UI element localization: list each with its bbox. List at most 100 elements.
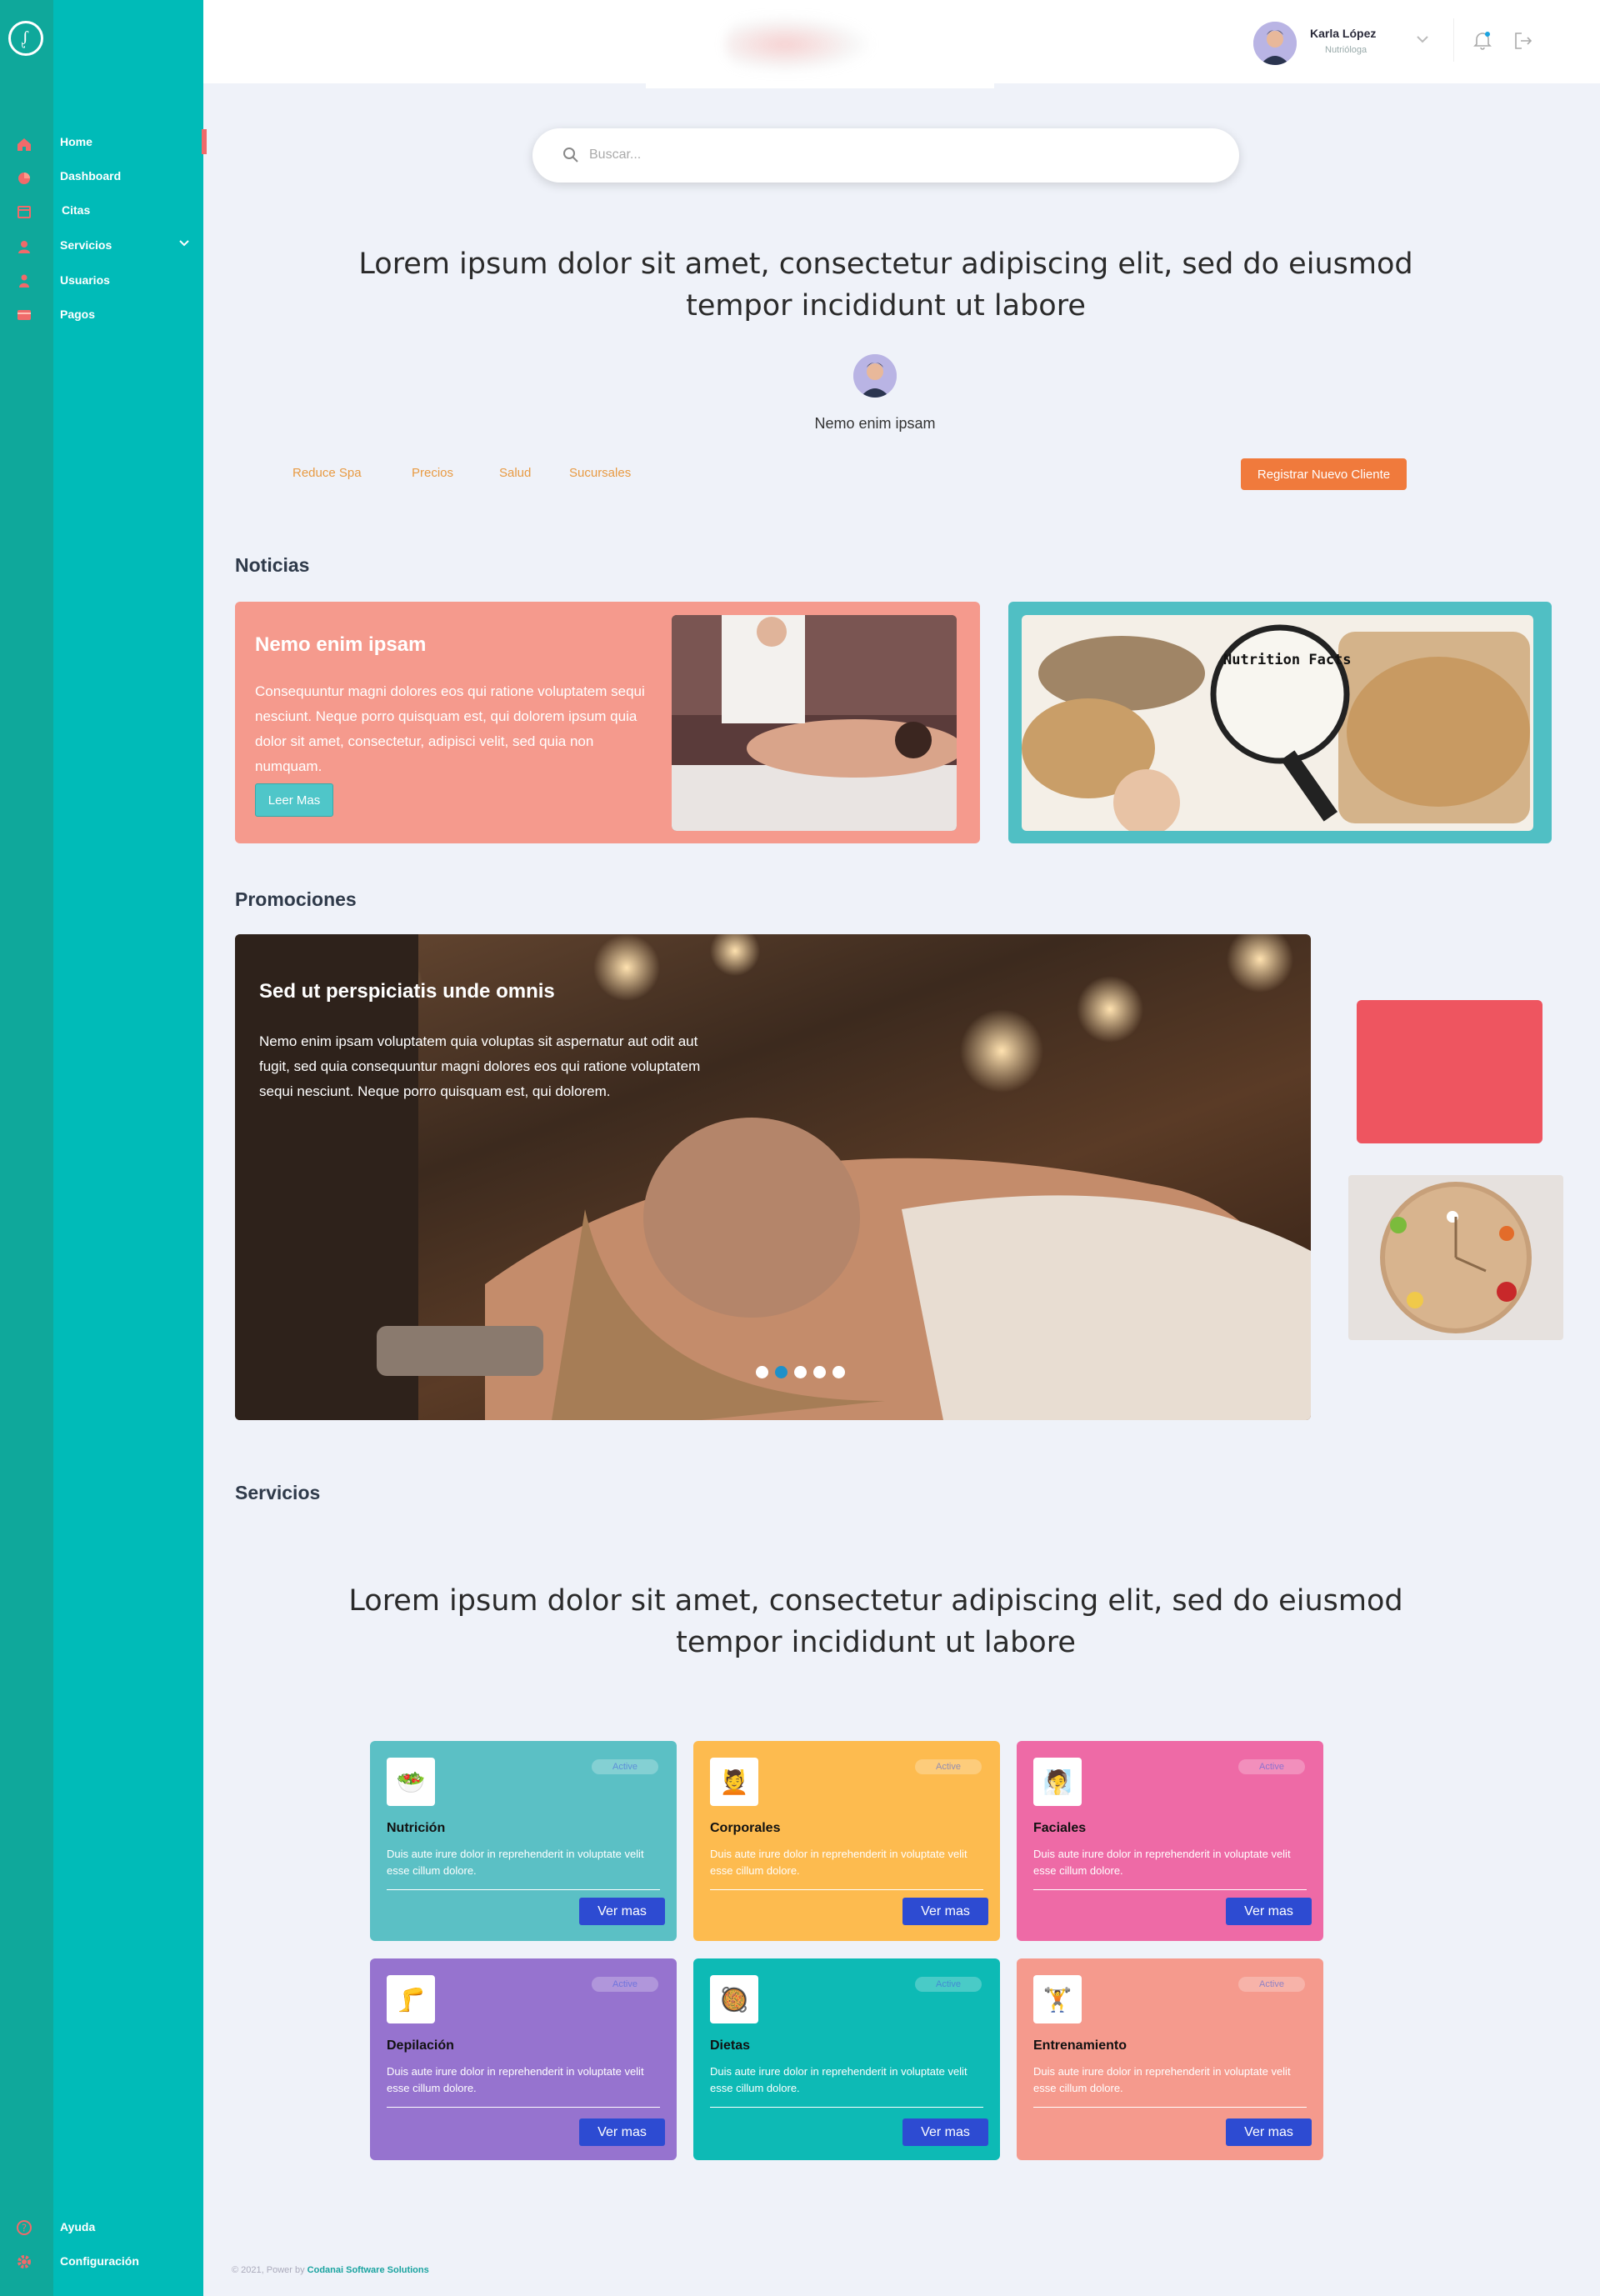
service-card[interactable]: 🥘 Active Dietas Duis aute irure dolor in re…: [693, 1958, 1000, 2160]
service-title: Corporales: [710, 1821, 781, 1835]
filter-link-reduce-spa[interactable]: Reduce Spa: [292, 466, 362, 480]
header-divider: [1453, 18, 1454, 62]
view-more-button[interactable]: Ver mas: [1226, 1898, 1312, 1925]
service-title: Nutrición: [387, 1821, 446, 1835]
footer: © 2021, Power by Codanai Software Soluti…: [232, 2265, 429, 2275]
brand-logo: [725, 15, 875, 73]
author-name: Nemo enim ipsam: [814, 415, 936, 432]
status-badge: Active: [592, 1977, 658, 1992]
sidebar-item-dashboard[interactable]: Dashboard: [60, 168, 121, 184]
footer-company-link[interactable]: Codanai Software Solutions: [308, 2265, 429, 2275]
sidebar-icon-rail: [0, 0, 53, 2296]
promo-title: Sed ut perspiciatis unde omnis: [259, 980, 555, 1003]
card-divider: [1033, 1889, 1307, 1890]
gear-icon: [15, 2253, 33, 2271]
news-section-title: Noticias: [235, 554, 310, 576]
service-title: Entrenamiento: [1033, 2038, 1128, 2053]
sidebar-nav-panel: [53, 0, 203, 2296]
active-nav-marker: [202, 129, 207, 154]
home-icon: [15, 135, 33, 153]
service-description: Duis aute irure dolor in reprehenderit i…: [1033, 2065, 1291, 2094]
sidebar-item-configuracion[interactable]: Configuración: [60, 2253, 139, 2269]
bell-icon[interactable]: [1473, 30, 1492, 54]
promo-section-title: Promociones: [235, 888, 357, 910]
service-thumbnail: 🧖: [1033, 1758, 1082, 1806]
read-more-button[interactable]: Leer Mas: [255, 783, 333, 817]
user-role: Nutrióloga: [1325, 45, 1368, 55]
status-badge: Active: [1238, 1977, 1305, 1992]
sidebar-item-pagos[interactable]: Pagos: [60, 306, 95, 323]
service-thumbnail: 🥘: [710, 1975, 758, 2023]
register-client-button[interactable]: Registrar Nuevo Cliente: [1241, 458, 1407, 490]
filter-link-salud[interactable]: Salud: [499, 466, 531, 480]
service-title: Dietas: [710, 2038, 751, 2053]
author-avatar: [853, 354, 897, 398]
calendar-icon: [15, 203, 33, 221]
card-divider: [387, 1889, 660, 1890]
filter-link-sucursales[interactable]: Sucursales: [569, 466, 631, 480]
hero-headline: Lorem ipsum dolor sit amet, consectetur …: [358, 248, 1413, 323]
carousel-dot-4[interactable]: [813, 1366, 826, 1378]
chevron-down-icon[interactable]: [178, 237, 190, 253]
service-description: Duis aute irure dolor in reprehenderit i…: [1033, 1848, 1291, 1877]
service-title: Depilación: [387, 2038, 454, 2053]
card-divider: [710, 1889, 983, 1890]
card-divider: [1033, 2107, 1307, 2108]
service-description: Duis aute irure dolor in reprehenderit i…: [387, 1848, 644, 1877]
services-headline: Lorem ipsum dolor sit amet, consectetur …: [348, 1584, 1403, 1659]
promo-thumb-food-clock[interactable]: [1348, 1175, 1563, 1340]
view-more-button[interactable]: Ver mas: [902, 2118, 988, 2146]
chart-pie-icon: [15, 169, 33, 188]
promo-body: Nemo enim ipsam voluptatem quia voluptas…: [259, 1033, 701, 1099]
help-circle-icon: ?: [15, 2218, 33, 2237]
service-thumbnail: 🦵: [387, 1975, 435, 2023]
users-icon: [15, 272, 33, 290]
service-card[interactable]: 🧖 Active Faciales Duis aute irure dolor in …: [1017, 1741, 1323, 1941]
status-badge: Active: [1238, 1759, 1305, 1774]
status-badge: Active: [592, 1759, 658, 1774]
carousel-dot-2[interactable]: [775, 1366, 788, 1378]
user-avatar[interactable]: [1253, 22, 1297, 65]
service-description: Duis aute irure dolor in reprehenderit i…: [710, 2065, 968, 2094]
filter-link-precios[interactable]: Precios: [412, 466, 453, 480]
sidebar-item-usuarios[interactable]: Usuarios: [60, 272, 110, 288]
view-more-button[interactable]: Ver mas: [579, 1898, 665, 1925]
search-input[interactable]: [589, 142, 1172, 168]
service-card[interactable]: 🏋 Active Entrenamiento Duis aute irure dolo…: [1017, 1958, 1323, 2160]
user-name: Karla López: [1310, 27, 1377, 40]
search-icon: [562, 147, 579, 168]
view-more-button[interactable]: Ver mas: [579, 2118, 665, 2146]
status-badge: Active: [915, 1977, 982, 1992]
carousel-dot-3[interactable]: [794, 1366, 807, 1378]
card-divider: [387, 2107, 660, 2108]
promo-carousel[interactable]: [235, 934, 1311, 1420]
carousel-dot-5[interactable]: [832, 1366, 845, 1378]
view-more-button[interactable]: Ver mas: [902, 1898, 988, 1925]
card-divider: [710, 2107, 983, 2108]
service-description: Duis aute irure dolor in reprehenderit i…: [387, 2065, 644, 2094]
services-section-title: Servicios: [235, 1482, 321, 1503]
massage-image: [672, 615, 957, 831]
news-title: Nemo enim ipsam: [255, 633, 427, 656]
service-card[interactable]: 🦵 Active Depilación Duis aute irure dolor i…: [370, 1958, 677, 2160]
service-thumbnail: 🏋: [1033, 1975, 1082, 2023]
logout-icon[interactable]: [1513, 32, 1533, 54]
view-more-button[interactable]: Ver mas: [1226, 2118, 1312, 2146]
service-description: Duis aute irure dolor in reprehenderit i…: [710, 1848, 968, 1877]
user-menu-chevron-icon[interactable]: [1415, 33, 1430, 49]
sidebar-item-home[interactable]: Home: [60, 133, 92, 150]
sidebar-item-ayuda[interactable]: Ayuda: [60, 2218, 95, 2235]
search-bar: [532, 128, 1239, 183]
status-badge: Active: [915, 1759, 982, 1774]
service-thumbnail: 🥗: [387, 1758, 435, 1806]
app-logo[interactable]: ᶘ: [8, 21, 43, 56]
user-icon: [15, 238, 33, 256]
service-card[interactable]: 💆 Active Corporales Duis aute irure dolor i…: [693, 1741, 1000, 1941]
service-card[interactable]: 🥗 Active Nutrición Duis aute irure dolor in…: [370, 1741, 677, 1941]
sidebar-item-servicios[interactable]: Servicios: [60, 237, 112, 253]
carousel-dot-1[interactable]: [756, 1366, 768, 1378]
nutrition-facts-image: [1022, 615, 1533, 831]
service-title: Faciales: [1033, 1821, 1087, 1835]
promo-thumb-red[interactable]: [1357, 1000, 1542, 1143]
sidebar-item-citas[interactable]: Citas: [62, 202, 90, 218]
